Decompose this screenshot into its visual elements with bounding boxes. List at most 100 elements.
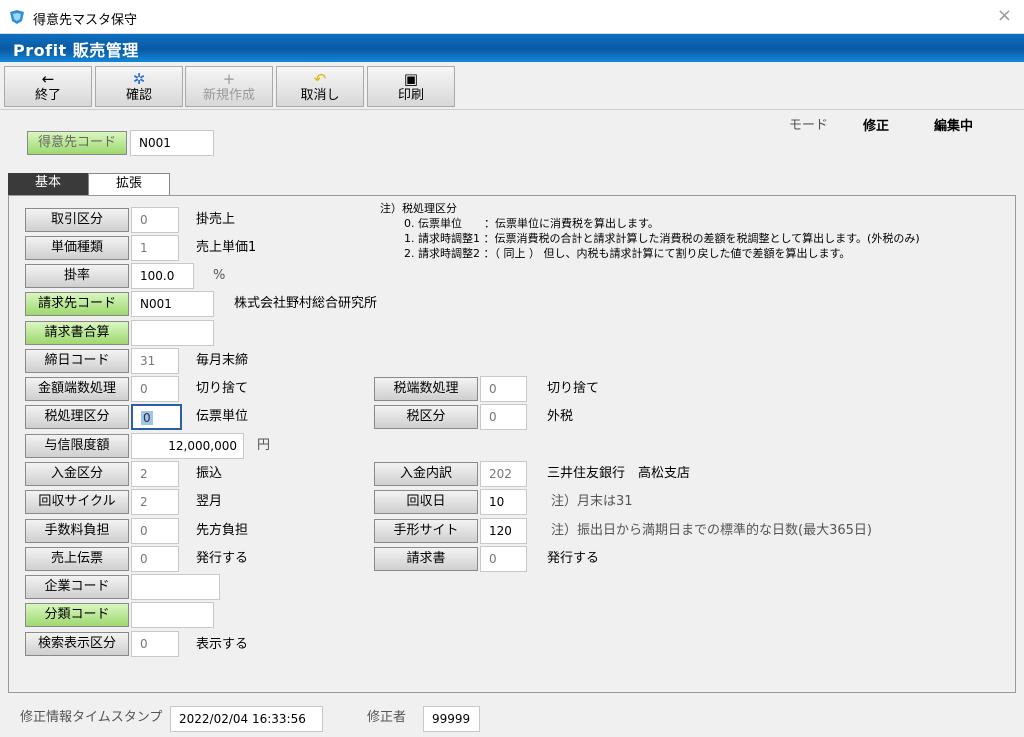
modifier-value: 99999 xyxy=(423,706,480,732)
tegata-site-note: 注）振出日から満期日までの標準的な日数(最大365日) xyxy=(551,523,872,538)
tanka-shurui-button[interactable]: 単価種類 xyxy=(25,236,129,260)
zei-hasu-input[interactable]: 0 xyxy=(480,376,527,402)
kigyo-code-button[interactable]: 企業コード xyxy=(25,575,129,599)
zeishori-kubun-desc: 伝票単位 xyxy=(196,409,249,424)
seikyusaki-name: 株式会社野村総合研究所 xyxy=(234,296,378,311)
kaishubi-input[interactable]: 10 xyxy=(480,489,527,515)
seikyusaki-code-button[interactable]: 請求先コード xyxy=(25,292,129,316)
kaishu-cycle-input[interactable]: 2 xyxy=(131,489,179,515)
new-button[interactable]: + 新規作成 xyxy=(185,66,273,107)
nyukin-uchiwake-input[interactable]: 202 xyxy=(480,461,527,487)
zei-hasu-desc: 切り捨て xyxy=(547,381,600,396)
app-banner: Profit 販売管理 xyxy=(0,34,1024,62)
kingaku-hasu-desc: 切り捨て xyxy=(196,381,249,396)
gear-icon: ✲ xyxy=(132,70,146,88)
exit-button[interactable]: ← 終了 xyxy=(4,66,92,107)
edit-status: 編集中 xyxy=(934,119,974,134)
zeikubun-button[interactable]: 税区分 xyxy=(374,405,478,429)
torihiki-kubun-button[interactable]: 取引区分 xyxy=(25,208,129,232)
uriage-denpyo-button[interactable]: 売上伝票 xyxy=(25,547,129,571)
cancel-button[interactable]: ↶ 取消し xyxy=(276,66,364,107)
bunrui-code-button[interactable]: 分類コード xyxy=(25,603,129,627)
tax-note-line: 2. 請求時調整2 ：（ 同上 ） 但し、内税も請求計算にて割り戻した値で差額を… xyxy=(404,247,851,260)
seikyusho-gassan-input[interactable] xyxy=(131,320,214,346)
yoshin-unit: 円 xyxy=(257,438,271,453)
nyukin-uchiwake-button[interactable]: 入金内訳 xyxy=(374,462,478,486)
yoshin-gendogaku-input[interactable]: 12,000,000 xyxy=(131,433,244,459)
tesuryo-futan-desc: 先方負担 xyxy=(196,523,249,538)
kigyo-code-input[interactable] xyxy=(131,574,220,600)
window-titlebar: 得意先マスタ保守 × xyxy=(0,0,1024,34)
tegata-site-button[interactable]: 手形サイト xyxy=(374,519,478,543)
zeikubun-desc: 外税 xyxy=(547,409,574,424)
nyukin-kubun-button[interactable]: 入金区分 xyxy=(25,462,129,486)
app-name: Profit 販売管理 xyxy=(13,41,139,60)
tab-basic[interactable]: 基本 xyxy=(8,173,88,195)
zeishori-kubun-button[interactable]: 税処理区分 xyxy=(25,405,129,429)
zeikubun-input[interactable]: 0 xyxy=(480,404,527,430)
tax-notes-title: 注）税処理区分 xyxy=(380,202,457,215)
kakeritsu-input[interactable]: 100.0 xyxy=(131,263,194,289)
timestamp-label: 修正情報タイムスタンプ xyxy=(20,710,163,725)
customer-code-input[interactable]: N001 xyxy=(130,130,214,156)
seikyusho-input[interactable]: 0 xyxy=(480,546,527,572)
print-button-label: 印刷 xyxy=(397,88,424,103)
zei-hasu-button[interactable]: 税端数処理 xyxy=(374,377,478,401)
seikyusaki-code-input[interactable]: N001 xyxy=(131,291,214,317)
seikyusho-button[interactable]: 請求書 xyxy=(374,547,478,571)
seikyusho-desc: 発行する xyxy=(547,551,600,566)
nyukin-kubun-desc: 振込 xyxy=(196,466,223,481)
tab-extended[interactable]: 拡張 xyxy=(88,173,170,196)
nyukin-kubun-input[interactable]: 2 xyxy=(131,461,179,487)
shimebi-code-button[interactable]: 締日コード xyxy=(25,349,129,373)
yoshin-gendogaku-button[interactable]: 与信限度額 xyxy=(25,434,129,458)
kakeritsu-button[interactable]: 掛率 xyxy=(25,264,129,288)
cancel-button-label: 取消し xyxy=(300,88,340,103)
kaishubi-button[interactable]: 回収日 xyxy=(374,490,478,514)
nyukin-uchiwake-desc: 三井住友銀行 高松支店 xyxy=(547,466,691,481)
seikyusho-gassan-button[interactable]: 請求書合算 xyxy=(25,321,129,345)
tanka-shurui-desc: 売上単価1 xyxy=(196,240,257,255)
zeishori-kubun-input[interactable]: 0 xyxy=(131,404,182,430)
confirm-button[interactable]: ✲ 確認 xyxy=(95,66,183,107)
undo-icon: ↶ xyxy=(313,70,327,88)
mode-label: モード xyxy=(789,118,829,133)
kingaku-hasu-button[interactable]: 金額端数処理 xyxy=(25,377,129,401)
tax-notes: 注）税処理区分 0. 伝票単位 ：伝票単位に消費税を算出します。 1. 請求時調… xyxy=(380,201,920,261)
customer-code-button[interactable]: 得意先コード xyxy=(27,131,127,155)
print-button[interactable]: ▣ 印刷 xyxy=(367,66,455,107)
kaishu-cycle-desc: 翌月 xyxy=(196,494,223,509)
shimebi-desc: 毎月末締 xyxy=(196,353,249,368)
window-title: 得意先マスタ保守 xyxy=(33,13,138,28)
uriage-denpyo-desc: 発行する xyxy=(196,551,249,566)
tanka-shurui-input[interactable]: 1 xyxy=(131,235,179,261)
zeishori-kubun-value: 0 xyxy=(141,411,153,425)
tesuryo-futan-button[interactable]: 手数料負担 xyxy=(25,519,129,543)
kaishubi-note: 注）月末は31 xyxy=(551,494,633,509)
modifier-label: 修正者 xyxy=(367,710,407,725)
confirm-button-label: 確認 xyxy=(125,88,152,103)
torihiki-kubun-input[interactable]: 0 xyxy=(131,207,179,233)
torihiki-kubun-desc: 掛売上 xyxy=(196,212,236,227)
close-icon[interactable]: × xyxy=(997,5,1012,26)
app-icon xyxy=(10,10,24,24)
tax-note-line: 1. 請求時調整1 ：伝票消費税の合計と請求計算した消費税の差額を税調整として算… xyxy=(404,232,920,245)
bunrui-code-input[interactable] xyxy=(131,602,214,628)
kaishu-cycle-button[interactable]: 回収サイクル xyxy=(25,490,129,514)
uriage-denpyo-input[interactable]: 0 xyxy=(131,546,179,572)
arrow-left-icon: ← xyxy=(41,70,55,88)
tesuryo-futan-input[interactable]: 0 xyxy=(131,518,179,544)
exit-button-label: 終了 xyxy=(34,88,61,103)
new-button-label: 新規作成 xyxy=(202,88,255,103)
kakeritsu-unit: % xyxy=(213,268,226,283)
toolbar: ← 終了 ✲ 確認 + 新規作成 ↶ 取消し ▣ 印刷 xyxy=(0,62,1024,110)
timestamp-value: 2022/02/04 16:33:56 xyxy=(170,706,323,732)
tax-note-line: 0. 伝票単位 ：伝票単位に消費税を算出します。 xyxy=(404,217,659,230)
kingaku-hasu-input[interactable]: 0 xyxy=(131,376,179,402)
shimebi-code-input[interactable]: 31 xyxy=(131,348,179,374)
mode-value: 修正 xyxy=(863,119,890,134)
printer-icon: ▣ xyxy=(403,70,419,88)
tegata-site-input[interactable]: 120 xyxy=(480,518,527,544)
kensaku-hyoji-input[interactable]: 0 xyxy=(131,631,179,657)
kensaku-hyoji-button[interactable]: 検索表示区分 xyxy=(25,632,129,656)
